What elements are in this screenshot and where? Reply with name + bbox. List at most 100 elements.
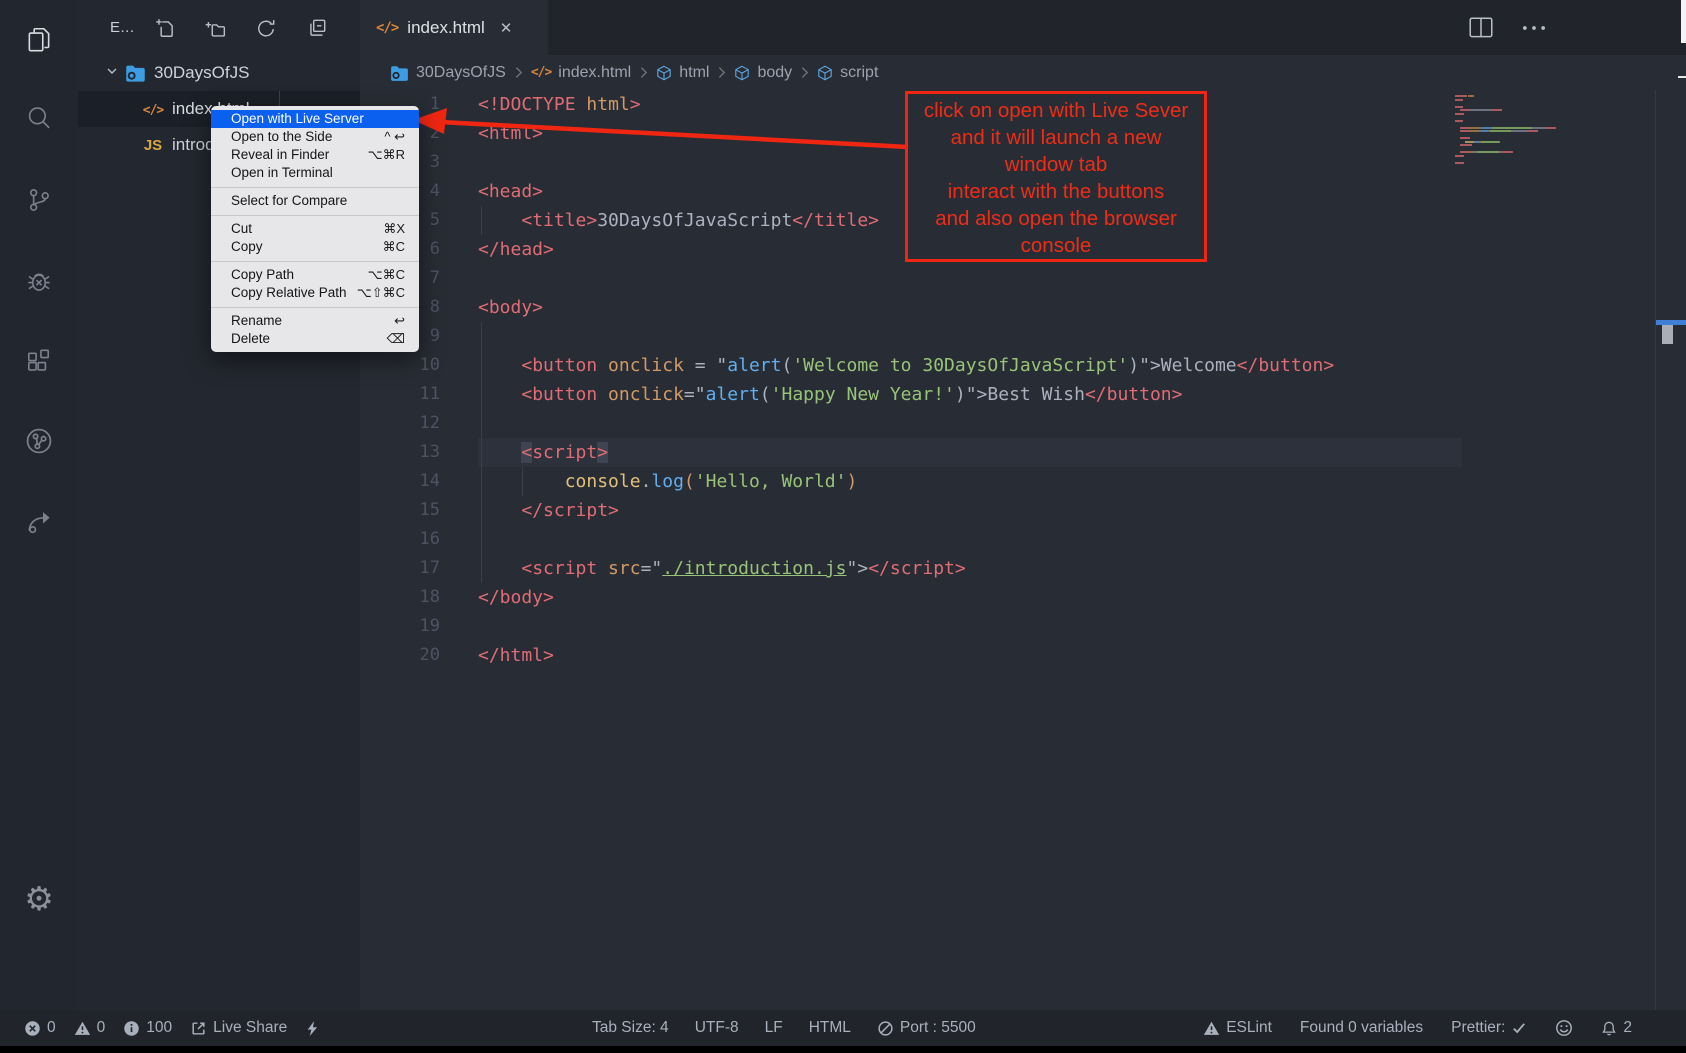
error-circle-icon xyxy=(24,1020,41,1037)
status-2[interactable]: 2 xyxy=(1601,1019,1632,1037)
menu-separator xyxy=(211,187,419,188)
code-line-13[interactable]: 13 <script> xyxy=(360,438,1462,467)
code-line-17[interactable]: 17 <script src="./introduction.js"></scr… xyxy=(360,554,1462,583)
code-line-text xyxy=(478,264,1462,293)
status-utf-8[interactable]: UTF-8 xyxy=(695,1019,739,1037)
window-edge xyxy=(1681,0,1686,43)
explorer-header: E... xyxy=(78,0,360,55)
menu-item-copy-path[interactable]: Copy Path⌥⌘C xyxy=(211,266,419,284)
code-line-15[interactable]: 15 </script> xyxy=(360,496,1462,525)
breadcrumb-separator-icon xyxy=(717,66,726,79)
minimap-line-fragment xyxy=(1492,127,1532,129)
minimap[interactable] xyxy=(1455,95,1655,185)
status-prettier[interactable]: Prettier: xyxy=(1451,1019,1527,1037)
status-100[interactable]: 100 xyxy=(123,1019,172,1037)
menu-item-cut[interactable]: Cut⌘X xyxy=(211,220,419,238)
editor-tab-bar: </> index.html ✕ xyxy=(360,0,1686,55)
line-number: 13 xyxy=(360,438,440,467)
code-line-14[interactable]: 14 console.log('Hello, World') xyxy=(360,467,1462,496)
menu-item-label: Copy xyxy=(231,238,263,256)
symbol-cube-icon xyxy=(656,65,672,81)
debug-icon[interactable] xyxy=(14,256,64,306)
menu-separator xyxy=(211,215,419,216)
menu-item-select-for-compare[interactable]: Select for Compare xyxy=(211,192,419,210)
new-file-icon[interactable] xyxy=(154,17,176,39)
status-smiley[interactable] xyxy=(1555,1019,1573,1037)
status-0[interactable]: 0 xyxy=(24,1019,56,1037)
menu-item-reveal-in-finder[interactable]: Reveal in Finder⌥⌘R xyxy=(211,146,419,164)
share-arrow-icon[interactable] xyxy=(14,496,64,546)
new-folder-icon[interactable] xyxy=(204,17,226,39)
explorer-folder-row[interactable]: 30DaysOfJS xyxy=(78,55,360,91)
line-number: 17 xyxy=(360,554,440,583)
collapse-all-icon[interactable] xyxy=(306,17,328,39)
close-icon[interactable]: ✕ xyxy=(500,19,513,37)
breadcrumb-item-html[interactable]: html xyxy=(656,64,709,82)
line-number: 20 xyxy=(360,641,440,670)
code-line-16[interactable]: 16 xyxy=(360,525,1462,554)
menu-item-label: Open to the Side xyxy=(231,128,332,146)
code-line-12[interactable]: 12 xyxy=(360,409,1462,438)
status-item-label: LF xyxy=(765,1019,783,1037)
code-line-20[interactable]: 20</html> xyxy=(360,641,1462,670)
minimap-line-fragment xyxy=(1492,109,1502,111)
status-left-group: 00 100 Live Share xyxy=(24,1010,320,1046)
menu-item-rename[interactable]: Rename↩ xyxy=(211,312,419,330)
menu-item-shortcut: ⌘X xyxy=(383,220,405,238)
refresh-icon[interactable] xyxy=(255,17,277,39)
status-html[interactable]: HTML xyxy=(809,1019,851,1037)
status-eslint[interactable]: ESLint xyxy=(1203,1019,1272,1037)
menu-item-copy[interactable]: Copy⌘C xyxy=(211,238,419,256)
live-share-icon xyxy=(190,1020,207,1037)
menu-item-label: Open with Live Server xyxy=(231,110,364,128)
code-line-9[interactable]: 9 xyxy=(360,322,1462,351)
menu-item-label: Copy Path xyxy=(231,266,294,284)
circle-share-icon[interactable] xyxy=(14,416,64,466)
breadcrumb-item-body[interactable]: body xyxy=(734,64,792,82)
menu-item-open-to-the-side[interactable]: Open to the Side^ ↩ xyxy=(211,128,419,146)
menu-item-copy-relative-path[interactable]: Copy Relative Path⌥⇧⌘C xyxy=(211,284,419,302)
status-found-0-variables[interactable]: Found 0 variables xyxy=(1300,1019,1423,1037)
breadcrumb-item-script[interactable]: script xyxy=(817,64,878,82)
code-line-19[interactable]: 19 xyxy=(360,612,1462,641)
code-line-10[interactable]: 10 <button onclick = "alert('Welcome to … xyxy=(360,351,1462,380)
search-icon[interactable] xyxy=(14,93,64,143)
split-editor-icon[interactable] xyxy=(1467,14,1495,42)
files-icon[interactable] xyxy=(14,15,64,65)
code-line-7[interactable]: 7 xyxy=(360,264,1462,293)
info-circle-icon xyxy=(123,1020,140,1037)
status-lf[interactable]: LF xyxy=(765,1019,783,1037)
source-control-icon[interactable] xyxy=(14,175,64,225)
code-line-11[interactable]: 11 <button onclick="alert('Happy New Yea… xyxy=(360,380,1462,409)
html-file-icon: </> xyxy=(140,99,166,119)
status-item-label: 0 xyxy=(47,1019,56,1037)
scrollbar-handle[interactable] xyxy=(1662,325,1673,344)
warning-filled-icon xyxy=(74,1020,91,1037)
breadcrumb-item-30daysofjs[interactable]: 30DaysOfJS xyxy=(390,64,506,82)
status-tab-size-4[interactable]: Tab Size: 4 xyxy=(592,1019,669,1037)
settings-gear-icon[interactable]: ⚙ xyxy=(14,873,64,923)
explorer-title: E... xyxy=(110,19,135,36)
breadcrumb-item-index-html[interactable]: </>index.html xyxy=(531,64,631,82)
bell-icon xyxy=(1601,1020,1617,1037)
extensions-icon[interactable] xyxy=(14,336,64,386)
symbol-cube-icon xyxy=(734,65,750,81)
breadcrumb-separator-icon xyxy=(639,66,648,79)
menu-item-open-in-terminal[interactable]: Open in Terminal xyxy=(211,164,419,182)
menu-separator xyxy=(211,261,419,262)
indent-guide xyxy=(481,206,482,235)
status-port-5500[interactable]: Port : 5500 xyxy=(877,1019,976,1037)
more-actions-icon[interactable] xyxy=(1520,14,1548,42)
code-line-18[interactable]: 18</body> xyxy=(360,583,1462,612)
status-item-label: Prettier: xyxy=(1451,1019,1505,1037)
minimap-line-fragment xyxy=(1461,137,1469,139)
tab-index-html[interactable]: </> index.html ✕ xyxy=(360,0,548,55)
status-live-share[interactable]: Live Share xyxy=(190,1019,287,1037)
code-line-8[interactable]: 8<body> xyxy=(360,293,1462,322)
status-lightning[interactable] xyxy=(305,1020,320,1037)
menu-item-open-with-live-server[interactable]: Open with Live Server xyxy=(211,110,419,128)
menu-item-delete[interactable]: Delete⌫ xyxy=(211,330,419,348)
status-0[interactable]: 0 xyxy=(74,1019,106,1037)
line-number: 10 xyxy=(360,351,440,380)
code-line-text: <button onclick="alert('Happy New Year!'… xyxy=(478,380,1462,409)
